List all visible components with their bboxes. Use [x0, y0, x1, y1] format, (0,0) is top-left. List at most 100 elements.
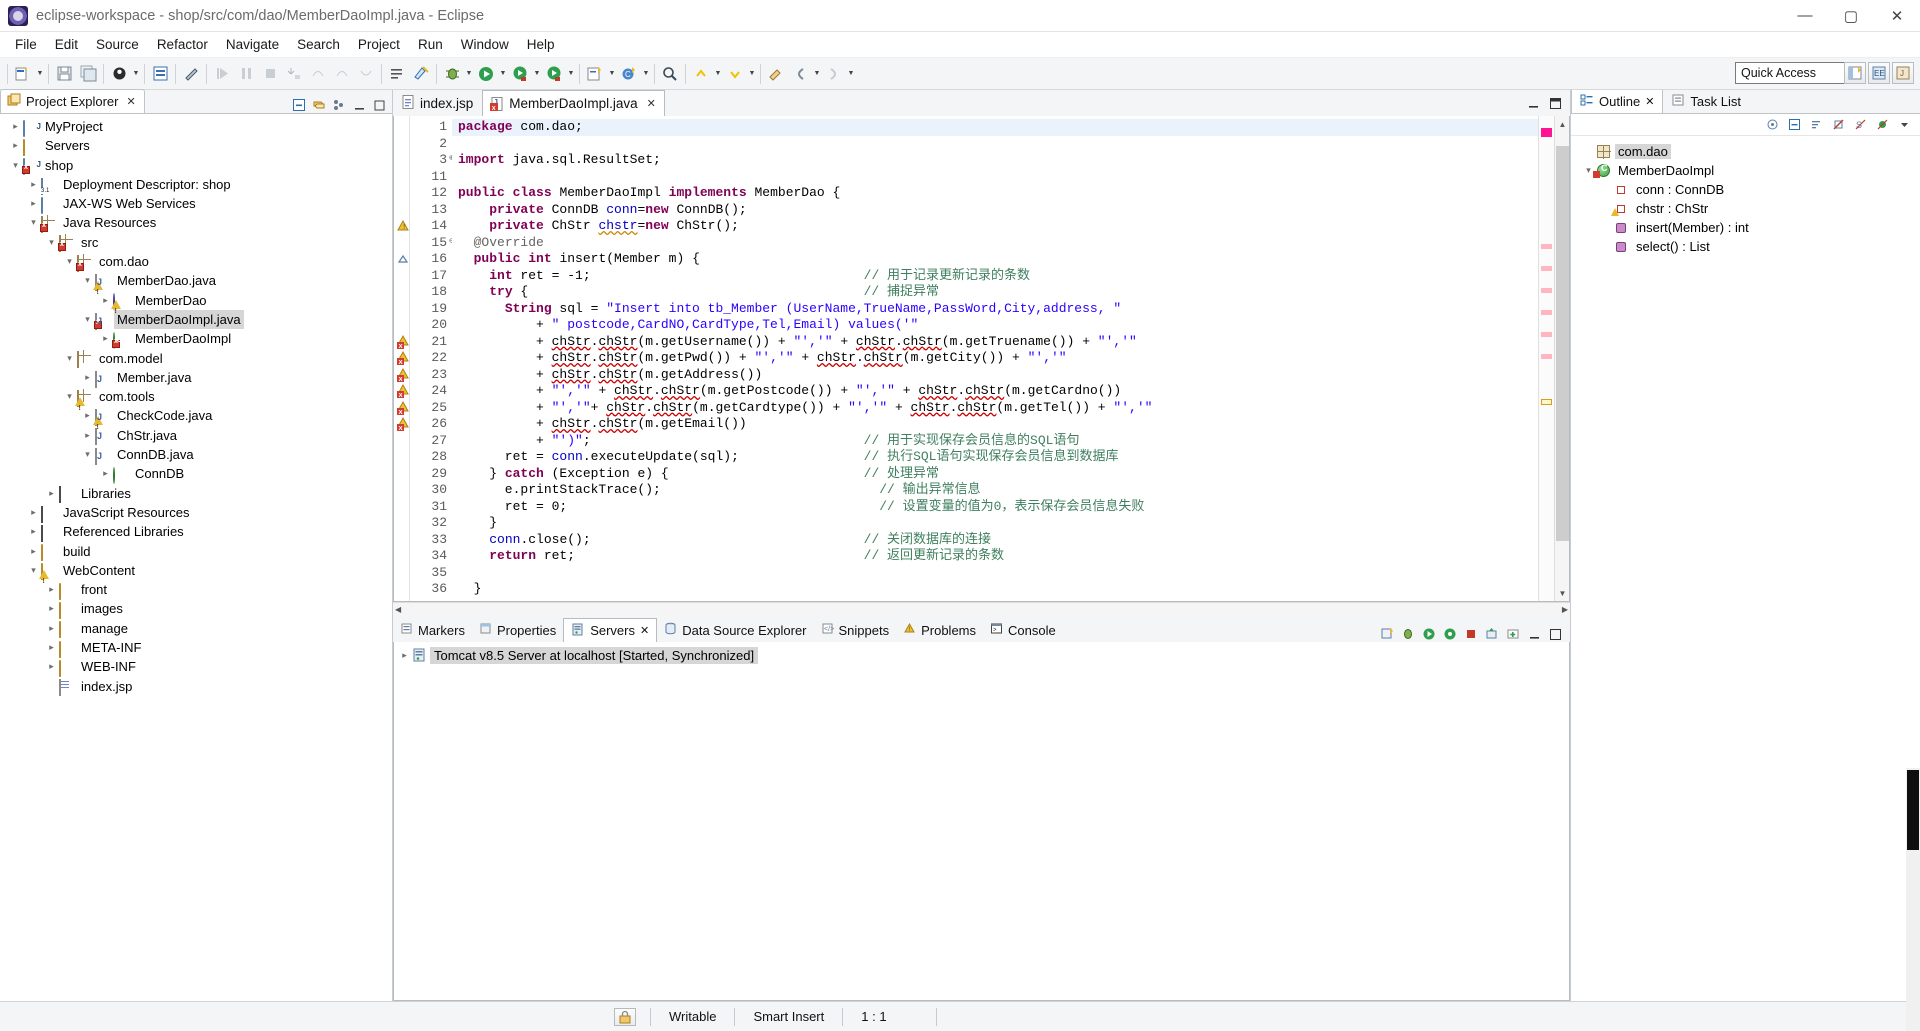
editor-vertical-scrollbar[interactable]: ▲ ▼ — [1554, 116, 1569, 601]
twisty-icon[interactable]: ▾ — [44, 233, 59, 252]
tree-item[interactable]: ▾com.tools — [0, 387, 392, 418]
menu-edit[interactable]: Edit — [46, 34, 87, 55]
twisty-icon[interactable]: ▸ — [98, 329, 113, 348]
twisty-icon[interactable]: ▾ — [8, 156, 23, 175]
twisty-icon[interactable]: ▸ — [44, 599, 59, 618]
tree-item[interactable]: ▸ META-INF — [0, 638, 392, 658]
tree-item[interactable]: ▸ Referenced Libraries — [0, 522, 392, 542]
forward-dropdown-icon[interactable]: ▼ — [846, 63, 856, 85]
forward-icon[interactable] — [822, 62, 846, 86]
back-dropdown-icon[interactable]: ▼ — [812, 63, 822, 85]
bottom-tab-properties[interactable]: Properties — [472, 618, 563, 642]
outline-item[interactable]: com.dao — [1571, 142, 1920, 161]
minimize-button[interactable]: — — [1782, 0, 1828, 32]
expand-twisty-icon[interactable]: ▸ — [397, 650, 412, 661]
outline-item[interactable]: conn : ConnDB — [1571, 180, 1920, 199]
maximize-view-icon[interactable] — [371, 97, 387, 113]
twisty-icon[interactable]: ▸ — [26, 542, 41, 561]
tree-item[interactable]: ▾ MemberDaoImpl.java — [0, 309, 392, 330]
bottom-tab-markers[interactable]: Markers — [393, 618, 472, 642]
twisty-icon[interactable]: ▸ — [44, 638, 59, 657]
close-icon[interactable]: ✕ — [126, 95, 135, 108]
debug-server-icon[interactable] — [1400, 626, 1416, 642]
twisty-icon[interactable]: ▸ — [44, 484, 59, 503]
debug-terminate-icon[interactable] — [258, 62, 282, 86]
menu-refactor[interactable]: Refactor — [148, 34, 217, 55]
twisty-icon[interactable]: ▸ — [8, 117, 23, 136]
maximize-editor-icon[interactable] — [1548, 96, 1562, 110]
step-return-icon[interactable] — [330, 62, 354, 86]
debug-resume-icon[interactable] — [210, 62, 234, 86]
code-text[interactable]: package com.dao; import java.sql.ResultS… — [452, 116, 1538, 601]
tab-outline[interactable]: Outline ✕ — [1571, 89, 1664, 113]
bottom-tab-snippets[interactable]: </> Snippets — [814, 618, 897, 642]
tab-task-list[interactable]: Task List — [1663, 89, 1749, 113]
tree-item[interactable]: ▸ JavaScript Resources — [0, 503, 392, 523]
run-server-dropdown-icon[interactable]: ▼ — [566, 63, 576, 85]
quick-access-input[interactable] — [1735, 62, 1860, 84]
run-dropdown-icon[interactable]: ▼ — [498, 63, 508, 85]
override-marker-icon[interactable] — [396, 252, 410, 266]
open-perspective-button[interactable] — [1844, 62, 1866, 84]
new-class-wizard-icon[interactable]: C — [617, 62, 641, 86]
twisty-icon[interactable]: ▸ — [44, 657, 59, 676]
run-external-tools-icon[interactable] — [508, 62, 532, 86]
tree-item[interactable]: ▾ Java Resources — [0, 213, 392, 234]
view-menu-icon[interactable] — [1896, 117, 1912, 133]
tree-item[interactable]: ▾ com.dao — [0, 252, 392, 272]
error-marker-icon[interactable]: x — [396, 416, 410, 433]
twisty-icon[interactable]: ▸ — [80, 368, 95, 387]
overview-ruler[interactable] — [1538, 116, 1554, 601]
twisty-icon[interactable]: ▸ — [8, 136, 23, 155]
run-external-dropdown-icon[interactable]: ▼ — [532, 63, 542, 85]
bottom-tab-problems[interactable]: ! Problems — [896, 618, 983, 642]
start-server-icon[interactable] — [1421, 626, 1437, 642]
prev-annotation-dropdown-icon[interactable]: ▼ — [713, 63, 723, 85]
maximize-panel-icon[interactable] — [1547, 626, 1563, 642]
tree-item[interactable]: ▸ Libraries — [0, 484, 392, 504]
maximize-button[interactable]: ▢ — [1828, 0, 1874, 32]
tab-memberdaoimpl-java[interactable]: J x MemberDaoImpl.java ✕ — [482, 90, 665, 116]
save-all-icon[interactable] — [76, 62, 100, 86]
add-remove-icon[interactable] — [1505, 626, 1521, 642]
menu-project[interactable]: Project — [349, 34, 409, 55]
tree-item[interactable]: ▸ ChStr.java — [0, 426, 392, 446]
tree-item[interactable]: ▸ JAX-WS Web Services — [0, 194, 392, 214]
previous-annotation-icon[interactable] — [689, 62, 713, 86]
twisty-icon[interactable]: ▸ — [80, 426, 95, 445]
drop-to-frame-icon[interactable] — [354, 62, 378, 86]
window-scrollbar-thumb[interactable] — [1907, 770, 1919, 850]
menu-run[interactable]: Run — [409, 34, 452, 55]
stop-server-icon[interactable] — [1463, 626, 1479, 642]
link-with-editor-icon[interactable] — [311, 97, 327, 113]
error-marker-icon[interactable]: x — [396, 400, 410, 417]
next-annotation-dropdown-icon[interactable]: ▼ — [747, 63, 757, 85]
new-wizard-icon[interactable] — [11, 62, 35, 86]
print-dropdown-icon[interactable]: ▼ — [131, 63, 141, 85]
close-icon[interactable]: ✕ — [1645, 95, 1654, 108]
tree-item[interactable]: ▸ Deployment Descriptor: shop — [0, 175, 392, 195]
error-marker-icon[interactable]: x — [396, 367, 410, 384]
java-perspective-button[interactable]: J — [1892, 62, 1914, 84]
run-icon[interactable] — [474, 62, 498, 86]
tree-item[interactable]: ▾ src — [0, 233, 392, 253]
new-server-icon[interactable] — [1379, 626, 1395, 642]
print-icon[interactable] — [107, 62, 131, 86]
twisty-icon[interactable]: ▸ — [26, 175, 41, 194]
menu-help[interactable]: Help — [518, 34, 564, 55]
server-row[interactable]: ▸ Tomcat v8.5 Server at localhost [Start… — [394, 645, 1569, 665]
back-icon[interactable] — [788, 62, 812, 86]
close-button[interactable]: ✕ — [1874, 0, 1920, 32]
outline-item[interactable]: ▾MemberDaoImpl — [1571, 161, 1920, 180]
editor-horizontal-scrollbar[interactable]: ◀ ▶ — [393, 602, 1570, 616]
new-class-dropdown-icon[interactable]: ▼ — [641, 63, 651, 85]
scroll-down-icon[interactable]: ▼ — [1555, 585, 1570, 601]
tree-item[interactable]: ▸ ConnDB — [0, 464, 392, 484]
debug-suspend-icon[interactable] — [234, 62, 258, 86]
menu-navigate[interactable]: Navigate — [217, 34, 288, 55]
profile-server-icon[interactable] — [1442, 626, 1458, 642]
scrollbar-thumb[interactable] — [1556, 146, 1569, 541]
twisty-icon[interactable]: ▸ — [26, 503, 41, 522]
tree-item[interactable]: ▸ images — [0, 599, 392, 620]
next-annotation-icon[interactable] — [723, 62, 747, 86]
